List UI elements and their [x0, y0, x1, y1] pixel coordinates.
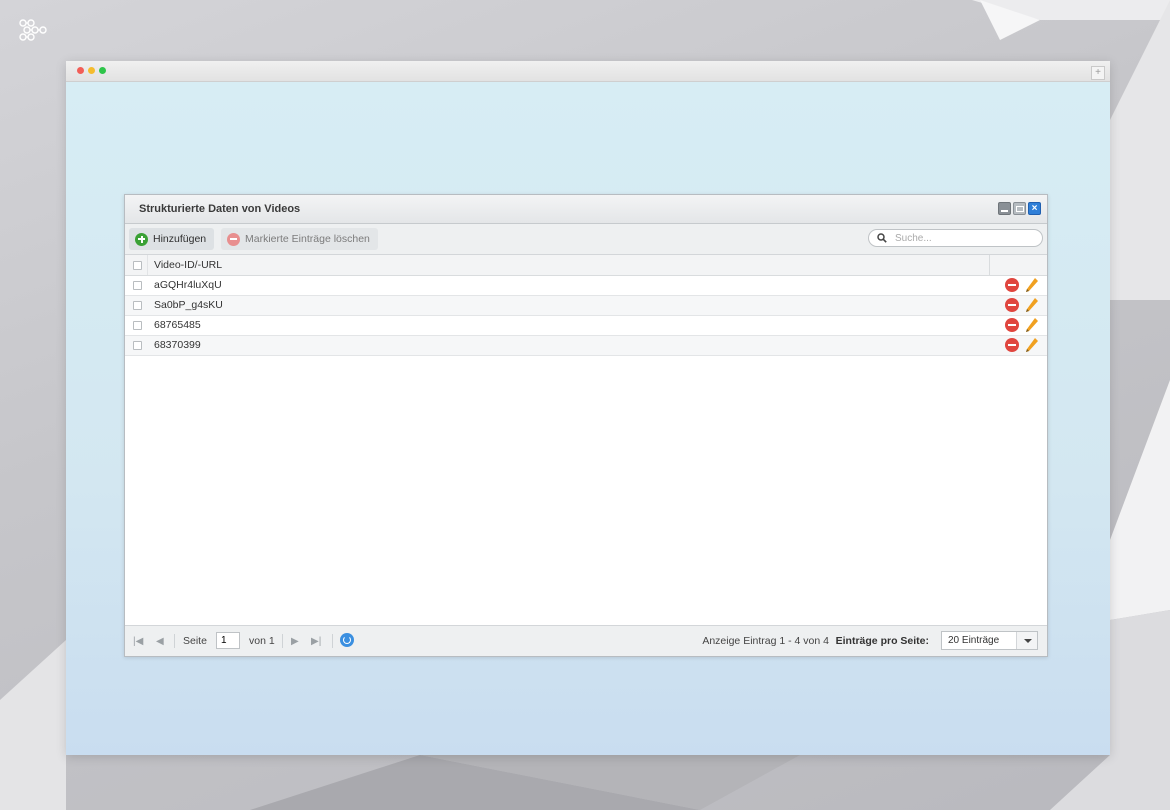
- maximize-panel-button[interactable]: [1013, 202, 1026, 215]
- close-panel-button[interactable]: ×: [1028, 202, 1041, 215]
- table-row[interactable]: aGQHr4luXqU: [125, 276, 1047, 296]
- column-divider: [147, 255, 148, 275]
- per-page-value: 20 Einträge: [948, 635, 1000, 646]
- row-actions: [1005, 317, 1039, 333]
- delete-icon[interactable]: [1005, 318, 1019, 332]
- row-actions: [1005, 337, 1039, 353]
- page-viewport: Strukturierte Daten von Videos × Hinzufü…: [66, 82, 1110, 755]
- panel-title: Strukturierte Daten von Videos: [139, 203, 301, 215]
- video-id-cell: 68765485: [154, 319, 201, 331]
- per-page-select[interactable]: 20 Einträge: [941, 631, 1038, 650]
- grid-header: Video-ID/-URL: [125, 255, 1047, 276]
- table-row[interactable]: 68765485: [125, 316, 1047, 336]
- zoom-window-dot[interactable]: [99, 67, 106, 74]
- first-page-icon[interactable]: |◀: [133, 636, 143, 647]
- panel-window-buttons: ×: [998, 202, 1041, 215]
- video-id-cell: aGQHr4luXqU: [154, 279, 222, 291]
- logo-icon: [19, 19, 47, 41]
- next-page-icon[interactable]: ▶: [291, 636, 299, 647]
- search-icon: [877, 233, 887, 243]
- edit-icon[interactable]: [1025, 277, 1039, 293]
- per-page-label: Einträge pro Seite:: [835, 635, 929, 647]
- minimize-panel-button[interactable]: [998, 202, 1011, 215]
- minus-icon: [227, 232, 240, 246]
- row-checkbox[interactable]: [133, 321, 142, 330]
- browser-window: + Strukturierte Daten von Videos × Hinzu…: [66, 61, 1110, 755]
- page-number-input[interactable]: [216, 632, 240, 649]
- row-checkbox[interactable]: [133, 281, 142, 290]
- select-all-checkbox[interactable]: [133, 261, 142, 270]
- pagination-bar: |◀ ◀ Seite von 1 ▶ ▶| Anzeige Eintrag 1 …: [125, 625, 1047, 656]
- refresh-icon[interactable]: [340, 633, 354, 647]
- edit-icon[interactable]: [1025, 297, 1039, 313]
- table-row[interactable]: 68370399: [125, 336, 1047, 356]
- page-label: Seite: [183, 635, 207, 647]
- pagination-separator: [332, 634, 333, 648]
- close-window-dot[interactable]: [77, 67, 84, 74]
- panel-header: Strukturierte Daten von Videos ×: [125, 195, 1047, 224]
- search-input[interactable]: [893, 232, 1037, 245]
- delete-icon[interactable]: [1005, 338, 1019, 352]
- delete-selected-button[interactable]: Markierte Einträge löschen: [221, 228, 378, 250]
- column-divider: [989, 255, 990, 275]
- add-button-label: Hinzufügen: [153, 233, 207, 245]
- delete-icon[interactable]: [1005, 298, 1019, 312]
- new-tab-button[interactable]: +: [1091, 66, 1105, 80]
- row-actions: [1005, 297, 1039, 313]
- row-checkbox[interactable]: [133, 301, 142, 310]
- row-checkbox[interactable]: [133, 341, 142, 350]
- minimize-window-dot[interactable]: [88, 67, 95, 74]
- column-header-video-id[interactable]: Video-ID/-URL: [154, 259, 222, 271]
- pagination-separator: [174, 634, 175, 648]
- panel-toolbar: Hinzufügen Markierte Einträge löschen: [125, 224, 1047, 255]
- edit-icon[interactable]: [1025, 337, 1039, 353]
- video-id-cell: 68370399: [154, 339, 201, 351]
- row-actions: [1005, 277, 1039, 293]
- pagination-separator: [282, 634, 283, 648]
- dropdown-icon[interactable]: [1016, 632, 1037, 649]
- records-status: Anzeige Eintrag 1 - 4 von 4: [702, 635, 829, 647]
- browser-titlebar: +: [66, 61, 1110, 82]
- page-count-label: von 1: [249, 635, 275, 647]
- data-panel: Strukturierte Daten von Videos × Hinzufü…: [124, 194, 1048, 657]
- delete-icon[interactable]: [1005, 278, 1019, 292]
- prev-page-icon[interactable]: ◀: [156, 636, 164, 647]
- add-button[interactable]: Hinzufügen: [129, 228, 215, 250]
- search-box: [868, 229, 1043, 247]
- edit-icon[interactable]: [1025, 317, 1039, 333]
- plus-icon: [135, 232, 148, 246]
- table-row[interactable]: Sa0bP_g4sKU: [125, 296, 1047, 316]
- video-id-cell: Sa0bP_g4sKU: [154, 299, 223, 311]
- grid-body: aGQHr4luXqU Sa0bP_g4sKU 68765485 6837039…: [125, 276, 1047, 544]
- delete-selected-label: Markierte Einträge löschen: [245, 233, 370, 245]
- last-page-icon[interactable]: ▶|: [311, 636, 321, 647]
